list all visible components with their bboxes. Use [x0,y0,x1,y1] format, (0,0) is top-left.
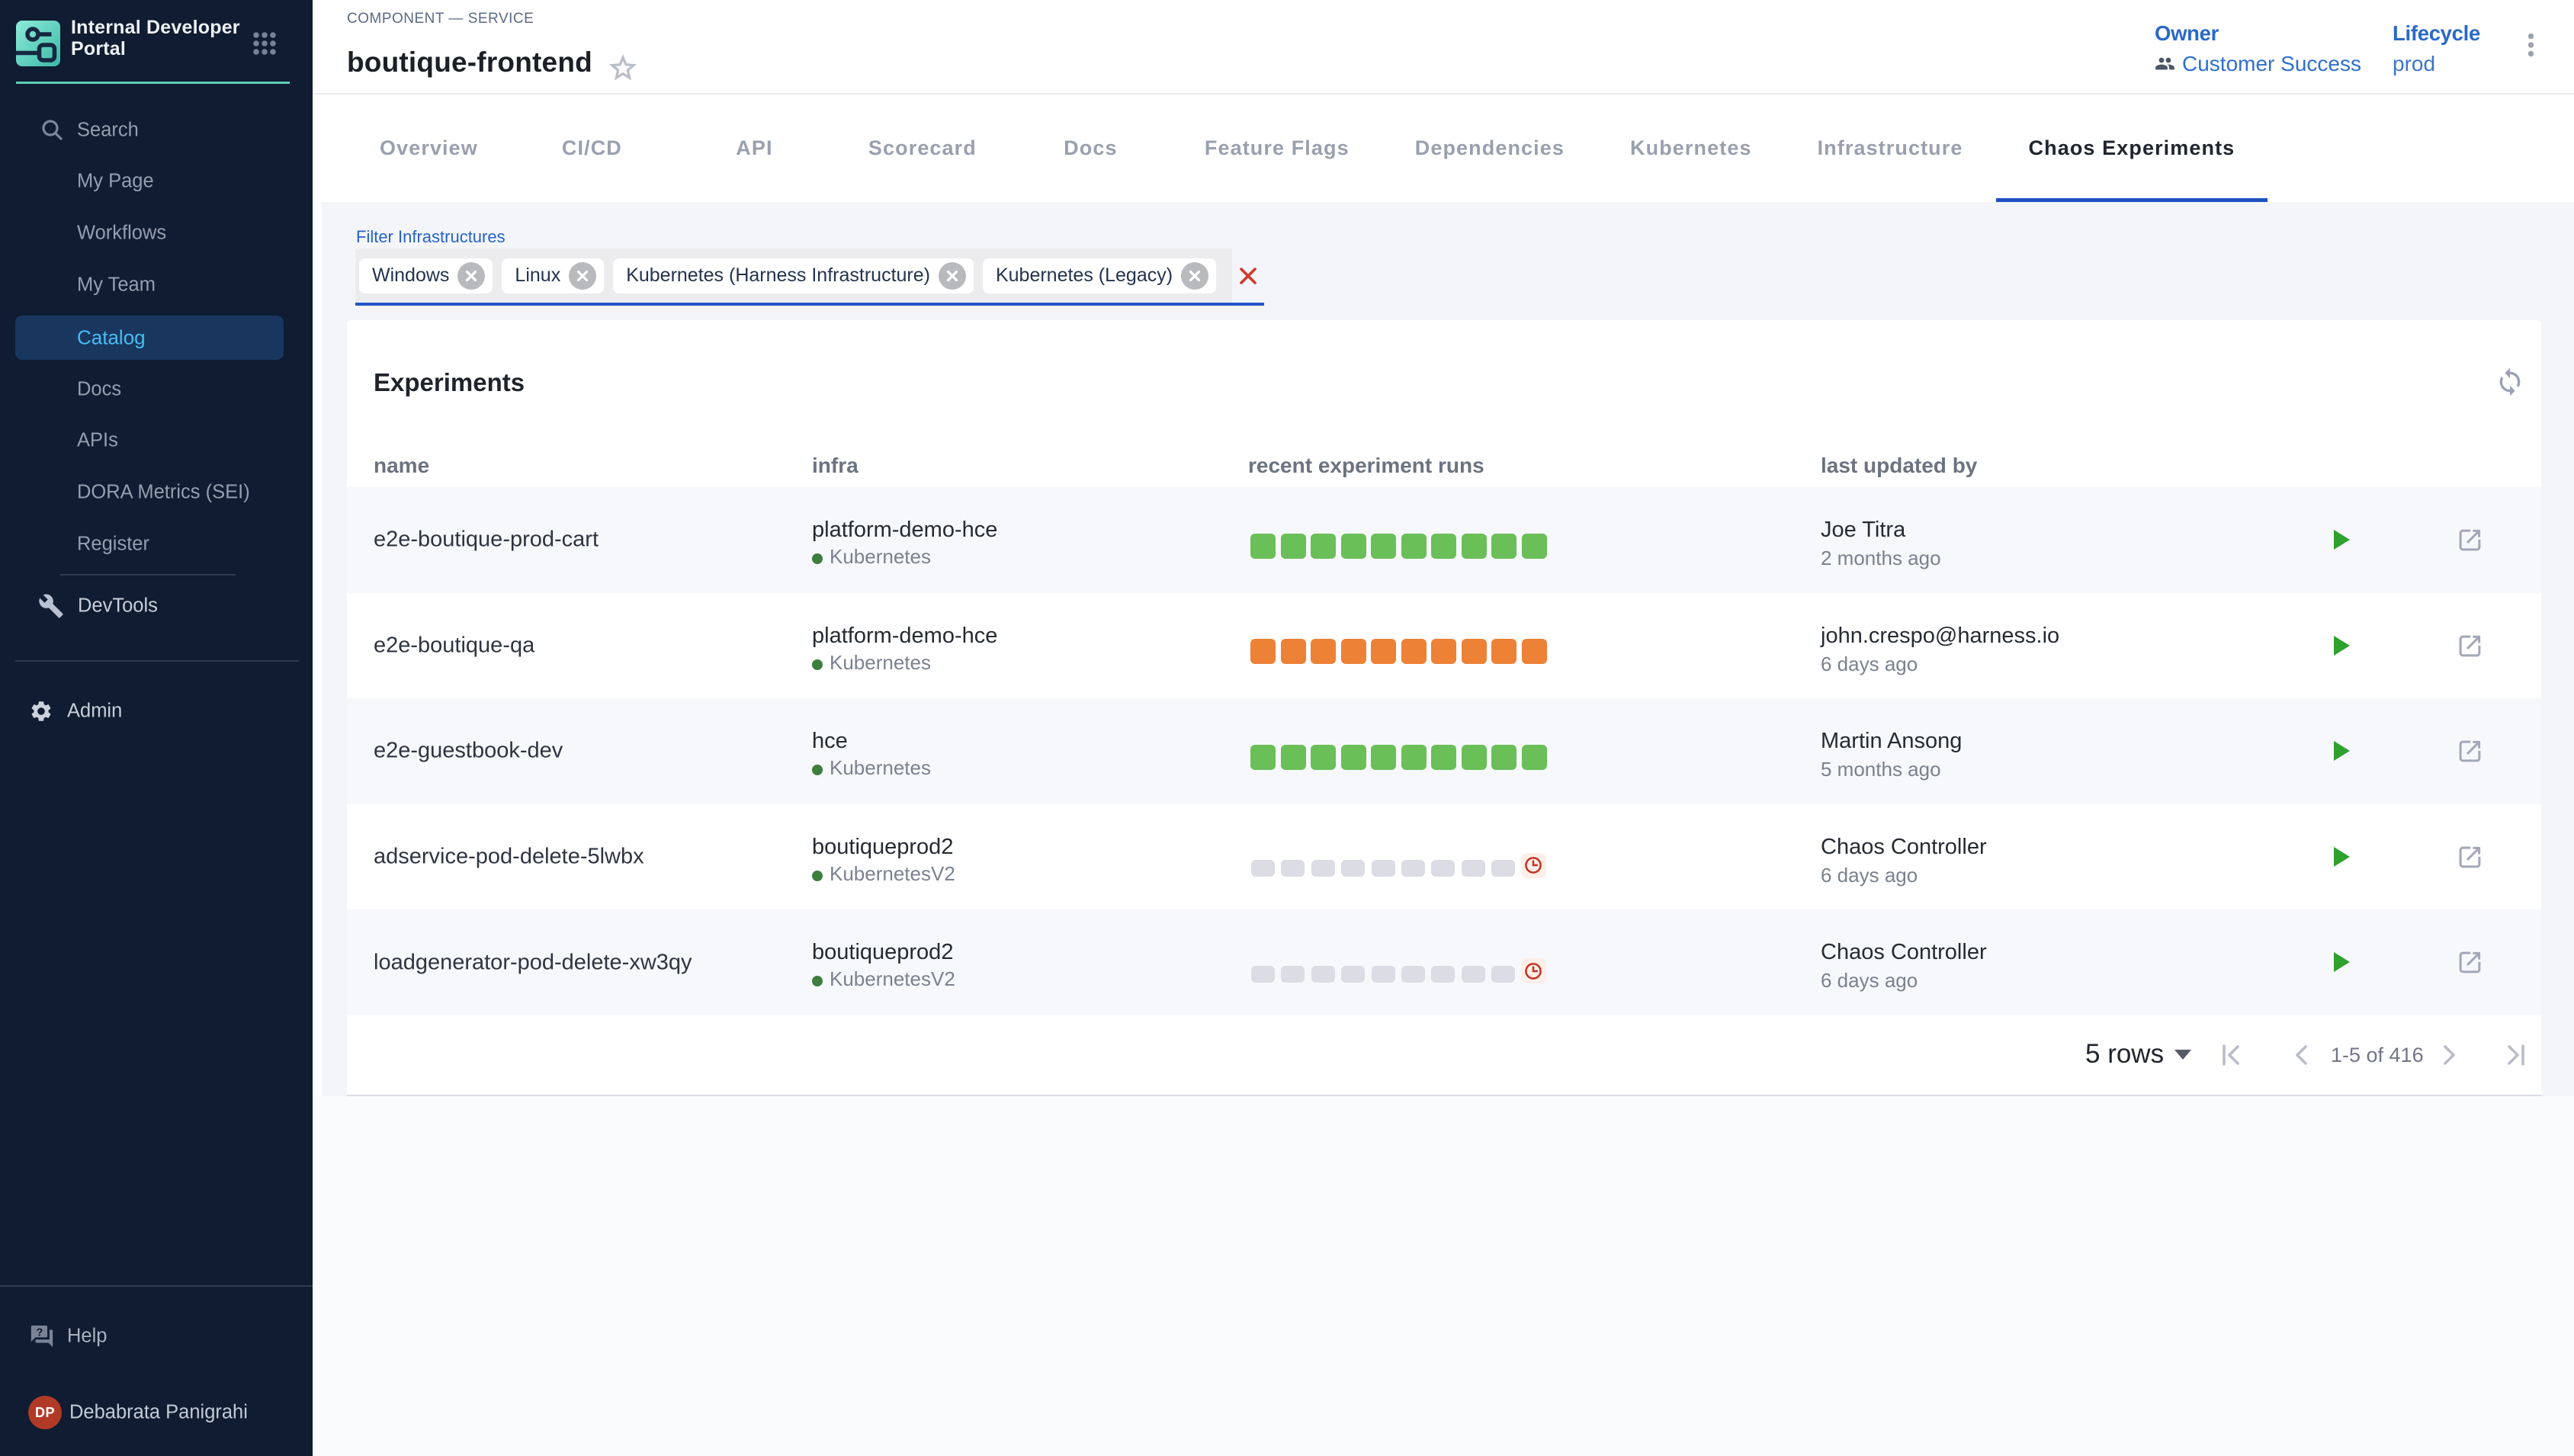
svg-text:?: ? [36,1326,43,1339]
